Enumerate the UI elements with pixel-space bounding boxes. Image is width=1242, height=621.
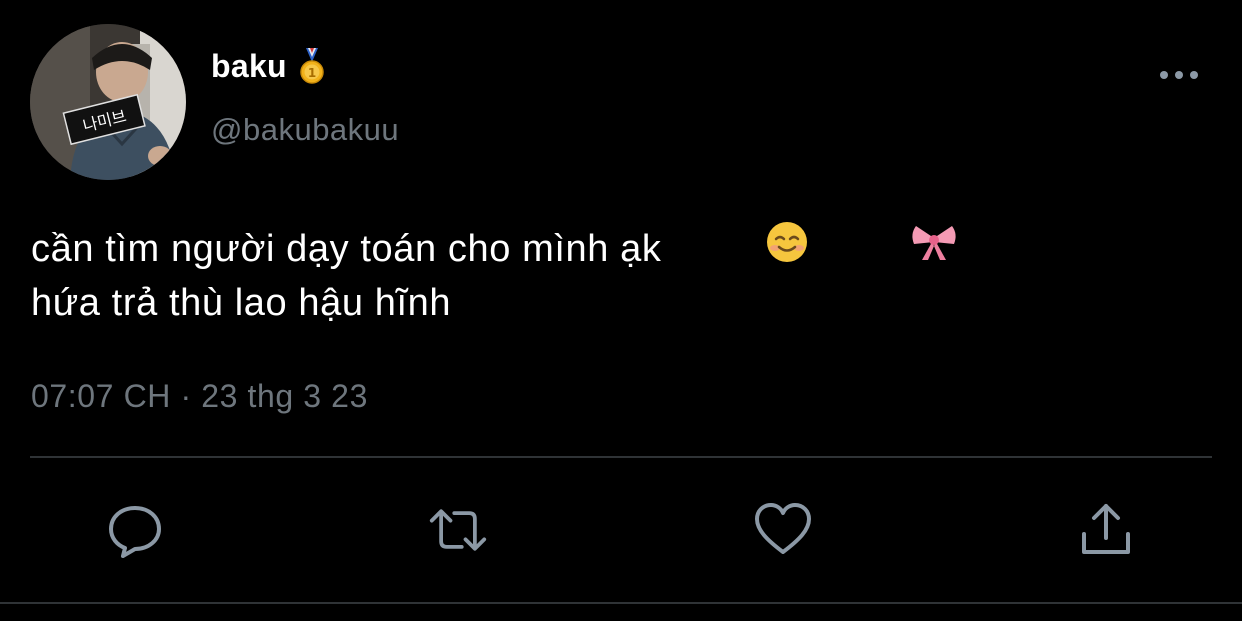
author-name-row: baku 1 — [211, 44, 327, 88]
avatar[interactable]: 나미브 — [30, 24, 186, 180]
reply-button[interactable] — [105, 500, 165, 560]
smiling-face-emoji-icon — [676, 166, 809, 333]
more-options-icon[interactable] — [1156, 60, 1202, 90]
tweet-text: cần tìm người dạy toán cho mình ạk hứa t… — [31, 221, 1211, 330]
divider — [30, 456, 1212, 458]
medal-icon: 1 — [300, 48, 324, 84]
heart-icon — [755, 503, 811, 554]
tweet-card: 나미브 baku 1 @bakubakuu cần tìm người dạy … — [0, 0, 1242, 621]
avatar-photo: 나미브 — [30, 24, 186, 180]
display-name[interactable]: baku — [211, 48, 287, 85]
tweet-line-1: cần tìm người dạy toán cho mình ạk — [31, 228, 662, 270]
tweet-text-line: hứa trả thù lao hậu hĩnh — [31, 276, 1211, 330]
retweet-button[interactable] — [428, 500, 488, 560]
retweet-icon — [429, 509, 487, 551]
share-icon — [1082, 504, 1130, 554]
reply-icon — [109, 506, 161, 558]
tweet-text-line: cần tìm người dạy toán cho mình ạk — [31, 221, 1211, 276]
divider — [0, 602, 1242, 604]
author-handle[interactable]: @bakubakuu — [211, 112, 399, 148]
tweet-line-2: hứa trả thù lao hậu hĩnh — [31, 282, 452, 324]
share-button[interactable] — [1076, 500, 1136, 560]
like-button[interactable] — [753, 500, 813, 560]
svg-text:1: 1 — [308, 66, 316, 80]
tweet-timestamp[interactable]: 07:07 CH · 23 thg 3 23 — [31, 378, 368, 415]
ribbon-emoji-icon — [821, 166, 958, 333]
